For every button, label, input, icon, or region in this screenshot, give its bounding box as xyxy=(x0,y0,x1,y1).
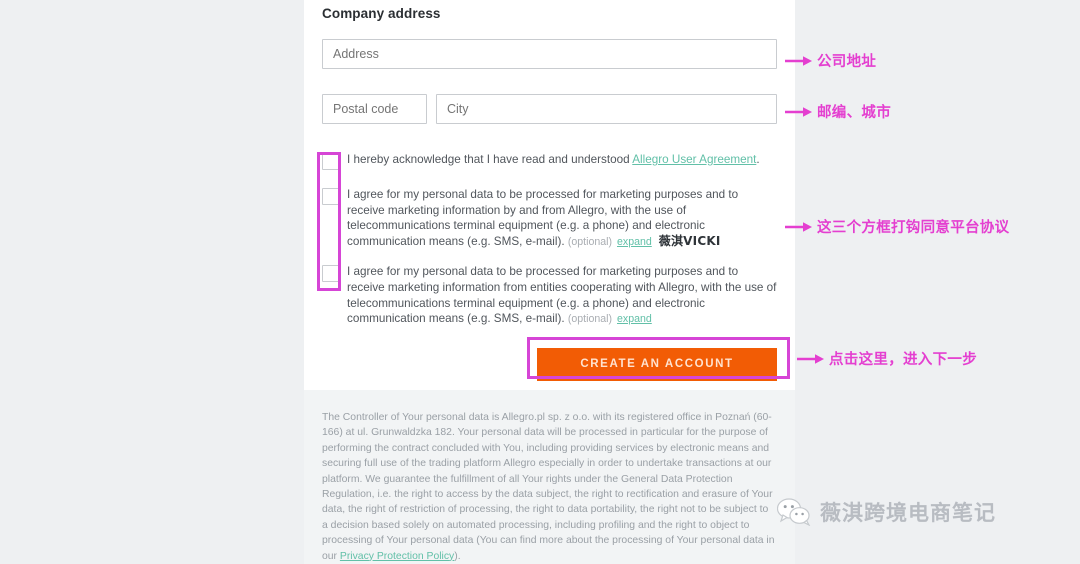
consent-text-marketing-partners: I agree for my personal data to be proce… xyxy=(347,264,777,327)
annotation-address: 公司地址 xyxy=(785,50,876,71)
annotation-create-account-label: 点击这里，进入下一步 xyxy=(829,352,977,368)
annotation-postal-city-label: 邮编、城市 xyxy=(817,105,891,121)
arrow-right-icon xyxy=(785,221,812,232)
legal-text-part2: ). xyxy=(454,550,461,562)
page-title: Company address xyxy=(322,6,441,21)
postal-code-input[interactable] xyxy=(322,94,427,124)
arrow-right-icon xyxy=(797,353,824,364)
consent-text-agreement: I hereby acknowledge that I have read an… xyxy=(347,152,760,168)
arrow-right-icon xyxy=(785,55,812,66)
privacy-protection-policy-link[interactable]: Privacy Protection Policy xyxy=(340,551,454,562)
wechat-watermark: 薇淇跨境电商笔记 xyxy=(777,497,996,527)
inline-watermark: 薇淇VICKI xyxy=(658,233,721,248)
create-account-button[interactable]: CREATE AN ACCOUNT xyxy=(537,347,777,381)
checkbox-user-agreement[interactable] xyxy=(322,153,339,170)
allegro-user-agreement-link[interactable]: Allegro User Agreement xyxy=(632,153,756,166)
address-input[interactable] xyxy=(322,39,777,69)
postal-city-row xyxy=(322,94,777,124)
consent-row-marketing-partners[interactable]: I agree for my personal data to be proce… xyxy=(322,264,777,327)
arrow-right-icon xyxy=(785,106,812,117)
registration-form-card: Company address I hereby acknowledge tha… xyxy=(304,0,795,390)
consent-text-marketing-allegro: I agree for my personal data to be proce… xyxy=(347,187,777,250)
city-input[interactable] xyxy=(436,94,777,124)
annotation-checkboxes: 这三个方框打钩同意平台协议 xyxy=(785,216,1009,237)
consent-row-marketing-allegro[interactable]: I agree for my personal data to be proce… xyxy=(322,187,777,250)
consent-text-after: . xyxy=(756,153,760,166)
checkbox-marketing-allegro[interactable] xyxy=(322,188,339,205)
annotation-create-account: 点击这里，进入下一步 xyxy=(797,348,977,369)
optional-label: (optional) xyxy=(567,235,613,248)
wechat-icon xyxy=(777,498,811,526)
cta-row: CREATE AN ACCOUNT xyxy=(322,347,777,381)
annotation-address-label: 公司地址 xyxy=(817,54,877,70)
expand-link[interactable]: expand xyxy=(617,236,652,248)
legal-disclaimer: The Controller of Your personal data is … xyxy=(322,410,776,564)
optional-label: (optional) xyxy=(567,313,613,326)
legal-text-part1: The Controller of Your personal data is … xyxy=(322,412,775,562)
checkbox-marketing-partners[interactable] xyxy=(322,265,339,283)
expand-link[interactable]: expand xyxy=(617,313,652,325)
form-card-inner: Company address I hereby acknowledge tha… xyxy=(322,6,777,381)
annotation-checkboxes-label: 这三个方框打钩同意平台协议 xyxy=(817,220,1010,236)
annotation-postal-city: 邮编、城市 xyxy=(785,101,891,122)
consent-text-before: I agree for my personal data to be proce… xyxy=(347,265,777,326)
consent-text-before: I hereby acknowledge that I have read an… xyxy=(347,153,633,166)
consent-row-agreement[interactable]: I hereby acknowledge that I have read an… xyxy=(322,152,777,170)
watermark-text: 薇淇跨境电商笔记 xyxy=(820,501,996,525)
